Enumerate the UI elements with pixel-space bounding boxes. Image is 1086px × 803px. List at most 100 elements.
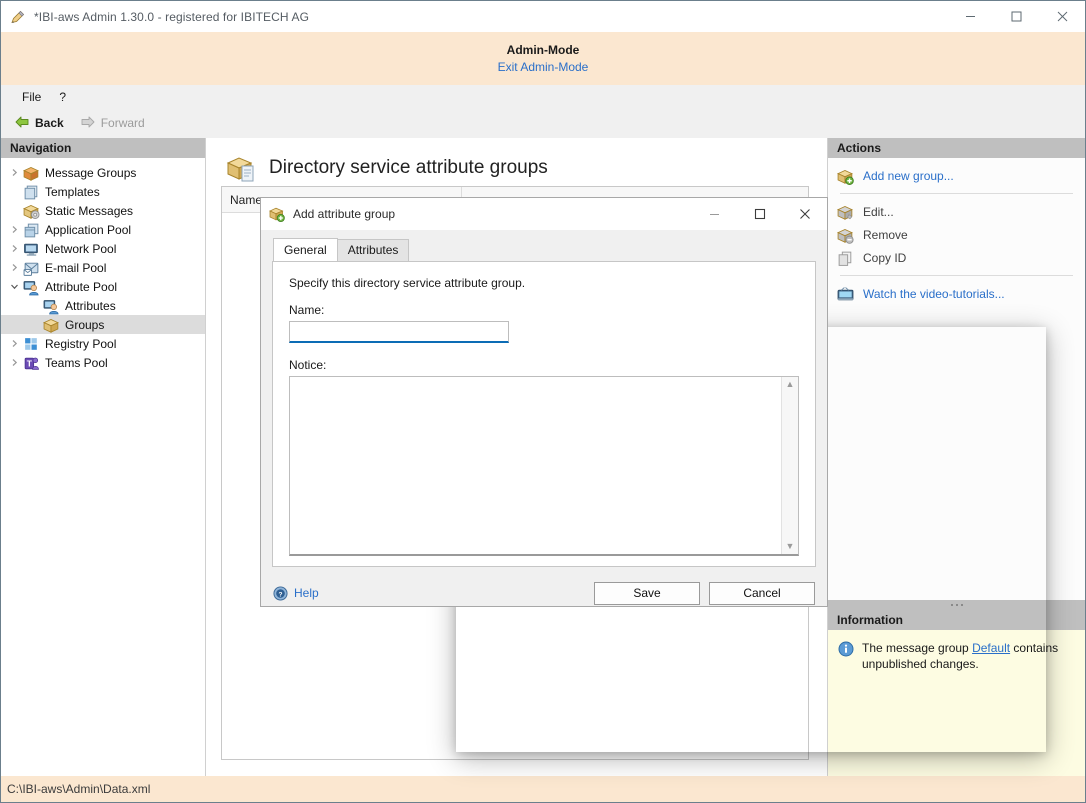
- notice-label: Notice:: [289, 358, 799, 372]
- admin-mode-banner: Admin-Mode Exit Admin-Mode: [1, 32, 1085, 85]
- menu-bar: File ?: [1, 85, 1085, 108]
- actions-separator: [840, 193, 1073, 194]
- chevron-right-icon[interactable]: [5, 263, 23, 272]
- add-attribute-group-dialog: Add attribute group General Attributes S…: [260, 197, 828, 607]
- close-button[interactable]: [1039, 1, 1085, 32]
- tab-panel-general: Specify this directory service attribute…: [272, 261, 816, 567]
- dialog-window-controls: [692, 198, 827, 230]
- notice-textarea[interactable]: [290, 377, 781, 554]
- forward-button: Forward: [74, 112, 151, 135]
- menu-item-help[interactable]: ?: [50, 87, 75, 107]
- action-copy-id[interactable]: Copy ID: [828, 246, 1085, 269]
- sidebar-item-e-mail-pool[interactable]: E-mail Pool: [1, 258, 205, 277]
- forward-label: Forward: [101, 116, 145, 130]
- name-input[interactable]: [289, 321, 509, 343]
- sidebar-item-label: Static Messages: [45, 204, 133, 218]
- app-pen-icon: [10, 9, 26, 25]
- action-edit[interactable]: Edit...: [828, 200, 1085, 223]
- application-pool-icon: [23, 222, 40, 238]
- chevron-right-icon[interactable]: [5, 244, 23, 253]
- sidebar-item-label: Attributes: [65, 299, 116, 313]
- sidebar-item-static-messages[interactable]: Static Messages: [1, 201, 205, 220]
- scroll-up-icon[interactable]: ▲: [786, 380, 795, 389]
- information-message: The message group Default contains unpub…: [862, 640, 1073, 776]
- teams-pool-icon: T: [23, 355, 40, 371]
- sidebar-item-network-pool[interactable]: Network Pool: [1, 239, 205, 258]
- sidebar-item-attributes[interactable]: Attributes: [1, 296, 205, 315]
- menu-item-file[interactable]: File: [13, 87, 50, 107]
- cancel-button[interactable]: Cancel: [709, 582, 815, 605]
- maximize-button[interactable]: [993, 1, 1039, 32]
- dialog-maximize-button[interactable]: [737, 198, 782, 230]
- save-button[interactable]: Save: [594, 582, 700, 605]
- sidebar-item-message-groups[interactable]: Message Groups: [1, 163, 205, 182]
- actions-header: Actions: [828, 138, 1085, 158]
- exit-admin-mode-link[interactable]: Exit Admin-Mode: [498, 60, 589, 74]
- sidebar-item-registry-pool[interactable]: Registry Pool: [1, 334, 205, 353]
- sidebar-item-label: Message Groups: [45, 166, 136, 180]
- back-button[interactable]: Back: [8, 112, 70, 135]
- chevron-down-icon[interactable]: [5, 282, 23, 291]
- dialog-close-button[interactable]: [782, 198, 827, 230]
- notice-scrollbar[interactable]: ▲ ▼: [781, 377, 798, 554]
- info-link-default[interactable]: Default: [972, 641, 1010, 655]
- sidebar-item-label: Teams Pool: [45, 356, 108, 370]
- templates-icon: [23, 184, 40, 200]
- action-add-new-group[interactable]: Add new group...: [828, 164, 1085, 187]
- action-label: Copy ID: [863, 251, 906, 265]
- dialog-footer: ? Help Save Cancel: [261, 567, 827, 619]
- svg-text:?: ?: [279, 591, 283, 598]
- info-icon: [838, 641, 854, 657]
- chevron-right-icon[interactable]: [5, 168, 23, 177]
- message-group-icon: [23, 165, 40, 181]
- tab-general[interactable]: General: [273, 238, 338, 261]
- action-watch-the-video-tutorials[interactable]: Watch the video-tutorials...: [828, 282, 1085, 305]
- help-label: Help: [294, 586, 319, 600]
- sidebar-item-teams-pool[interactable]: T Teams Pool: [1, 353, 205, 372]
- sidebar-item-attribute-pool[interactable]: Attribute Pool: [1, 277, 205, 296]
- attribute-pool-icon: [23, 279, 40, 295]
- back-label: Back: [35, 116, 64, 130]
- notice-field-wrapper: ▲ ▼: [289, 376, 799, 556]
- chevron-right-icon[interactable]: [5, 358, 23, 367]
- minimize-button[interactable]: [947, 1, 993, 32]
- help-icon: ?: [273, 586, 288, 601]
- status-bar: C:\IBI-aws\Admin\Data.xml: [1, 776, 1085, 802]
- action-label: Add new group...: [863, 169, 954, 183]
- navigation-tree: Message Groups Templates Static Messages Ap…: [1, 158, 205, 372]
- email-pool-icon: [23, 260, 40, 276]
- add-group-icon: [837, 168, 854, 184]
- status-bar-path: C:\IBI-aws\Admin\Data.xml: [7, 782, 150, 796]
- window-controls: [947, 1, 1085, 32]
- info-text-before: The message group: [862, 641, 972, 655]
- attributes-icon: [43, 298, 60, 314]
- navigation-header: Navigation: [1, 138, 205, 158]
- panel-splitter[interactable]: [828, 600, 1085, 610]
- window-title: *IBI-aws Admin 1.30.0 - registered for I…: [34, 10, 309, 24]
- svg-text:T: T: [27, 358, 33, 368]
- help-link[interactable]: ? Help: [273, 586, 319, 601]
- chevron-right-icon[interactable]: [5, 225, 23, 234]
- information-panel: The message group Default contains unpub…: [828, 630, 1085, 776]
- dialog-minimize-button[interactable]: [692, 198, 737, 230]
- dialog-title-bar: Add attribute group: [261, 198, 827, 230]
- actions-list: Add new group... Edit... Remove Copy ID Watc…: [828, 158, 1085, 600]
- tab-attributes[interactable]: Attributes: [337, 239, 410, 261]
- back-arrow-icon: [14, 115, 30, 132]
- action-label: Remove: [863, 228, 908, 242]
- sidebar-item-templates[interactable]: Templates: [1, 182, 205, 201]
- forward-arrow-icon: [80, 115, 96, 132]
- action-remove[interactable]: Remove: [828, 223, 1085, 246]
- sidebar-item-label: Registry Pool: [45, 337, 116, 351]
- network-pool-icon: [23, 241, 40, 257]
- chevron-right-icon[interactable]: [5, 339, 23, 348]
- navigation-toolbar: Back Forward: [1, 108, 1085, 138]
- sidebar-item-groups[interactable]: Groups: [1, 315, 205, 334]
- admin-mode-title: Admin-Mode: [507, 43, 580, 57]
- sidebar-item-application-pool[interactable]: Application Pool: [1, 220, 205, 239]
- sidebar-item-label: Templates: [45, 185, 100, 199]
- scroll-down-icon[interactable]: ▼: [786, 542, 795, 551]
- page-title: Directory service attribute groups: [269, 157, 548, 179]
- sidebar-item-label: Network Pool: [45, 242, 116, 256]
- actions-separator: [840, 275, 1073, 276]
